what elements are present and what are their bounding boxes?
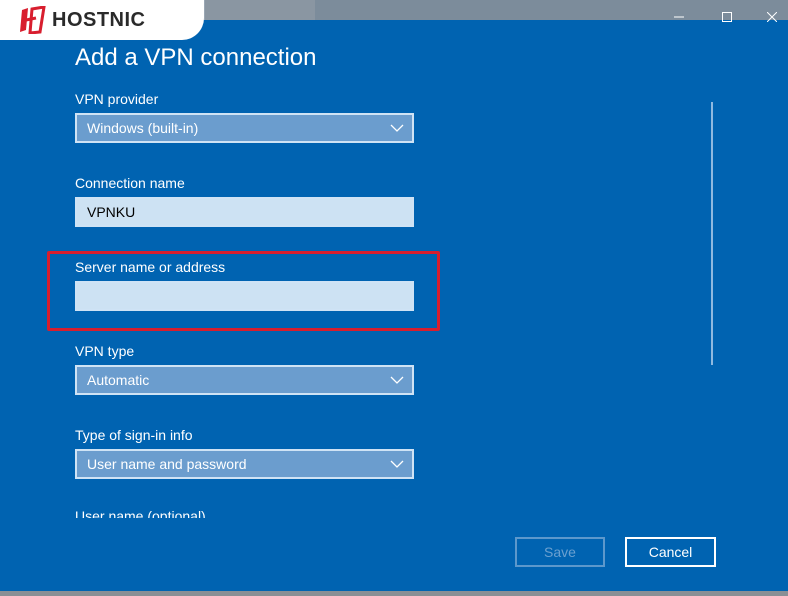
connection-name-input[interactable]: VPNKU: [75, 197, 414, 227]
minimize-button[interactable]: [656, 4, 702, 30]
minimize-icon: [674, 16, 684, 18]
vpn-provider-value: Windows (built-in): [87, 120, 199, 136]
connection-name-label: Connection name: [75, 175, 185, 191]
vpn-type-dropdown[interactable]: Automatic: [75, 365, 414, 395]
chevron-down-icon: [390, 460, 404, 468]
server-address-label: Server name or address: [75, 259, 226, 275]
chevron-down-icon: [390, 124, 404, 132]
vpn-type-value: Automatic: [87, 372, 150, 388]
maximize-button[interactable]: [704, 4, 750, 30]
server-address-input[interactable]: [75, 281, 414, 311]
close-button[interactable]: [749, 4, 788, 30]
maximize-icon: [722, 12, 732, 22]
cancel-button[interactable]: Cancel: [625, 537, 716, 567]
save-button[interactable]: Save: [515, 537, 605, 567]
vpn-provider-dropdown[interactable]: Windows (built-in): [75, 113, 414, 143]
close-icon: [767, 12, 777, 22]
username-label: User name (optional): [75, 508, 206, 518]
logo-text: HOSTNIC: [52, 8, 146, 31]
vpn-type-label: VPN type: [75, 343, 135, 359]
dialog-title: Add a VPN connection: [75, 44, 317, 71]
scrollbar[interactable]: [711, 102, 713, 365]
chevron-down-icon: [390, 376, 404, 384]
sign-in-type-value: User name and password: [87, 456, 247, 472]
sign-in-type-dropdown[interactable]: User name and password: [75, 449, 414, 479]
hostnic-logo: HOSTNIC: [0, 0, 204, 40]
hostnic-logo-mark-icon: [20, 6, 46, 34]
vpn-provider-label: VPN provider: [75, 91, 159, 107]
window-bottom-edge: [0, 591, 788, 596]
sign-in-type-label: Type of sign-in info: [75, 427, 193, 443]
connection-name-value: VPNKU: [87, 204, 136, 220]
